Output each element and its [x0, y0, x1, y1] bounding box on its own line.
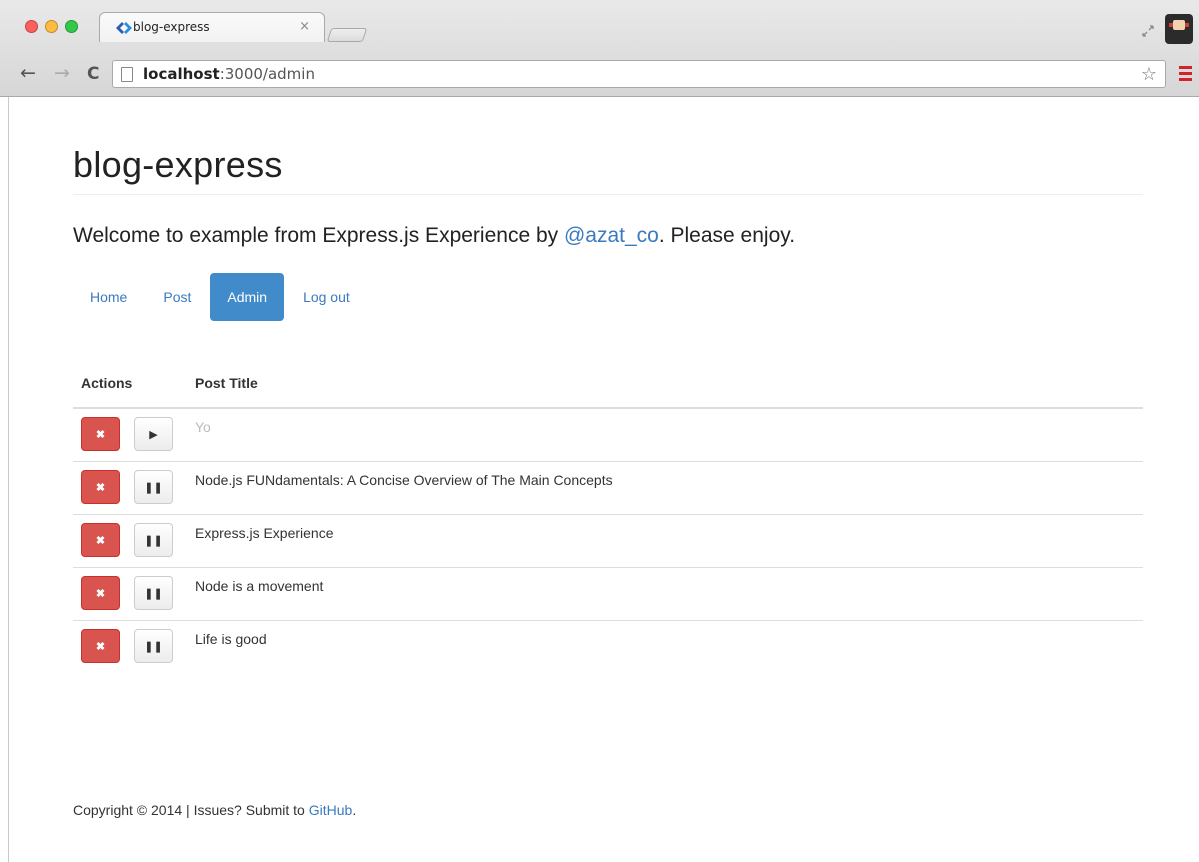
post-title: Yo	[195, 419, 211, 435]
new-tab-button[interactable]	[326, 28, 368, 42]
favicon-icon	[116, 22, 132, 34]
footer: Copyright © 2014 | Issues? Submit to Git…	[73, 802, 356, 818]
browser-chrome: blog-express × ← → C localhost:3000/admi…	[0, 0, 1199, 97]
actions-cell: ✖ ❚❚	[73, 566, 187, 620]
tab-close-icon[interactable]: ×	[299, 19, 310, 34]
nav-post[interactable]: Post	[146, 273, 208, 321]
footer-text: Copyright © 2014 | Issues? Submit to	[73, 802, 309, 818]
welcome-lead: Welcome to example from Express.js Exper…	[73, 224, 795, 248]
page-icon	[121, 67, 133, 82]
table-header-row: Actions Post Title	[73, 360, 1143, 409]
table-row: ✖ ❚❚ Node is a movement	[73, 566, 1143, 620]
window-edge	[0, 97, 9, 862]
post-title-header: Post Title	[187, 360, 1143, 409]
table-row: ✖ ❚❚ Express.js Experience	[73, 513, 1143, 567]
actions-cell: ✖ ▶	[73, 408, 187, 461]
back-icon[interactable]: ←	[20, 62, 36, 84]
reload-icon[interactable]: C	[87, 64, 99, 84]
footer-suffix: .	[352, 802, 357, 818]
header-divider	[73, 194, 1143, 195]
nav-home[interactable]: Home	[73, 273, 144, 321]
page-title: blog-express	[73, 144, 283, 185]
posts-table: Actions Post Title ✖ ▶ Yo ✖ ❚❚ Node.js FUN…	[73, 360, 1143, 673]
tab-title: blog-express	[133, 20, 210, 34]
table-row: ✖ ❚❚ Life is good	[73, 619, 1143, 673]
delete-button[interactable]: ✖	[81, 469, 120, 504]
url-host: localhost	[143, 65, 220, 83]
unpublish-button[interactable]: ❚❚	[134, 522, 173, 557]
zoom-window-button[interactable]	[65, 20, 78, 33]
delete-button[interactable]: ✖	[81, 628, 120, 663]
browser-tab[interactable]: blog-express ×	[99, 12, 325, 42]
profile-avatar[interactable]	[1165, 14, 1193, 44]
unpublish-button[interactable]: ❚❚	[134, 575, 173, 610]
close-window-button[interactable]	[25, 20, 38, 33]
nav-admin[interactable]: Admin	[210, 273, 285, 321]
delete-button[interactable]: ✖	[81, 575, 120, 610]
fullscreen-icon[interactable]	[1141, 24, 1155, 38]
url-path: :3000/admin	[219, 65, 315, 83]
delete-button[interactable]: ✖	[81, 522, 120, 557]
unpublish-button[interactable]: ❚❚	[134, 628, 173, 663]
address-bar[interactable]: localhost:3000/admin ☆	[112, 60, 1166, 88]
post-title: Life is good	[187, 619, 1143, 673]
github-link[interactable]: GitHub	[309, 802, 353, 818]
lead-suffix: . Please enjoy.	[658, 224, 796, 247]
delete-button[interactable]: ✖	[81, 417, 120, 451]
window-controls	[25, 20, 78, 33]
star-icon[interactable]: ☆	[1141, 64, 1157, 85]
menu-icon[interactable]	[1179, 66, 1192, 84]
publish-button[interactable]: ▶	[134, 417, 173, 451]
actions-cell: ✖ ❚❚	[73, 619, 187, 673]
browser-toolbar: ← → C localhost:3000/admin ☆	[0, 56, 1199, 96]
author-link[interactable]: @azat_co	[564, 224, 659, 247]
main-nav: Home Post Admin Log out	[73, 273, 369, 321]
forward-icon[interactable]: →	[54, 62, 70, 84]
post-title: Express.js Experience	[187, 513, 1143, 567]
unpublish-button[interactable]: ❚❚	[134, 469, 173, 504]
minimize-window-button[interactable]	[45, 20, 58, 33]
actions-cell: ✖ ❚❚	[73, 513, 187, 567]
nav-logout[interactable]: Log out	[286, 273, 367, 321]
actions-cell: ✖ ❚❚	[73, 460, 187, 514]
url-text: localhost:3000/admin	[143, 65, 315, 83]
actions-header: Actions	[73, 360, 187, 409]
table-row: ✖ ❚❚ Node.js FUNdamentals: A Concise Over…	[73, 460, 1143, 514]
table-row: ✖ ▶ Yo	[73, 408, 1143, 461]
post-title: Node.js FUNdamentals: A Concise Overview…	[187, 460, 1143, 514]
post-title: Node is a movement	[187, 566, 1143, 620]
lead-text: Welcome to example from Express.js Exper…	[73, 224, 564, 247]
